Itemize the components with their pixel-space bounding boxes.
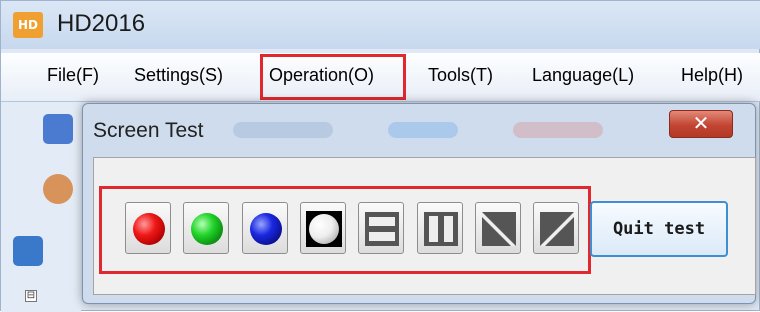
diagonal-down-icon [482,212,516,246]
horizontal-lines-test-button[interactable] [358,202,404,254]
green-circle-icon [191,213,223,245]
close-button[interactable]: ✕ [669,110,733,138]
diagonal-scan-test-button[interactable] [475,202,521,254]
blue-circle-icon [250,213,282,245]
left-panel [1,102,81,312]
menu-tools[interactable]: Tools(T) [428,65,493,86]
diagonal-up-icon [540,212,574,246]
horizontal-bars-icon [365,212,399,246]
app-logo-icon: HD [13,12,43,38]
white-circle-icon [306,211,342,247]
blurred-toolbar-item [513,122,603,138]
app-title: HD2016 [57,10,146,37]
blurred-toolbar-item [233,122,333,138]
diagonal-reverse-test-button[interactable] [533,202,579,254]
title-bar: HD HD2016 [1,1,760,49]
blurred-toolbar-item [388,122,458,138]
red-circle-icon [133,213,165,245]
gauge-icon[interactable] [43,174,73,204]
menu-language[interactable]: Language(L) [532,65,634,86]
red-test-button[interactable] [125,202,171,254]
green-test-button[interactable] [183,202,229,254]
document-icon[interactable] [43,114,73,144]
quit-test-button[interactable]: Quit test [590,201,728,257]
blue-test-button[interactable] [242,202,288,254]
white-test-button[interactable] [300,202,346,254]
menu-file[interactable]: File(F) [47,65,99,86]
tree-expander-icon[interactable]: ⊟ [25,290,37,302]
screen-icon[interactable] [13,236,43,266]
menu-help[interactable]: Help(H) [681,65,743,86]
vertical-lines-test-button[interactable] [417,202,463,254]
menu-settings[interactable]: Settings(S) [134,65,223,86]
dialog-title: Screen Test [93,119,204,142]
vertical-bars-icon [424,212,458,246]
operation-menu-highlight [260,54,406,100]
